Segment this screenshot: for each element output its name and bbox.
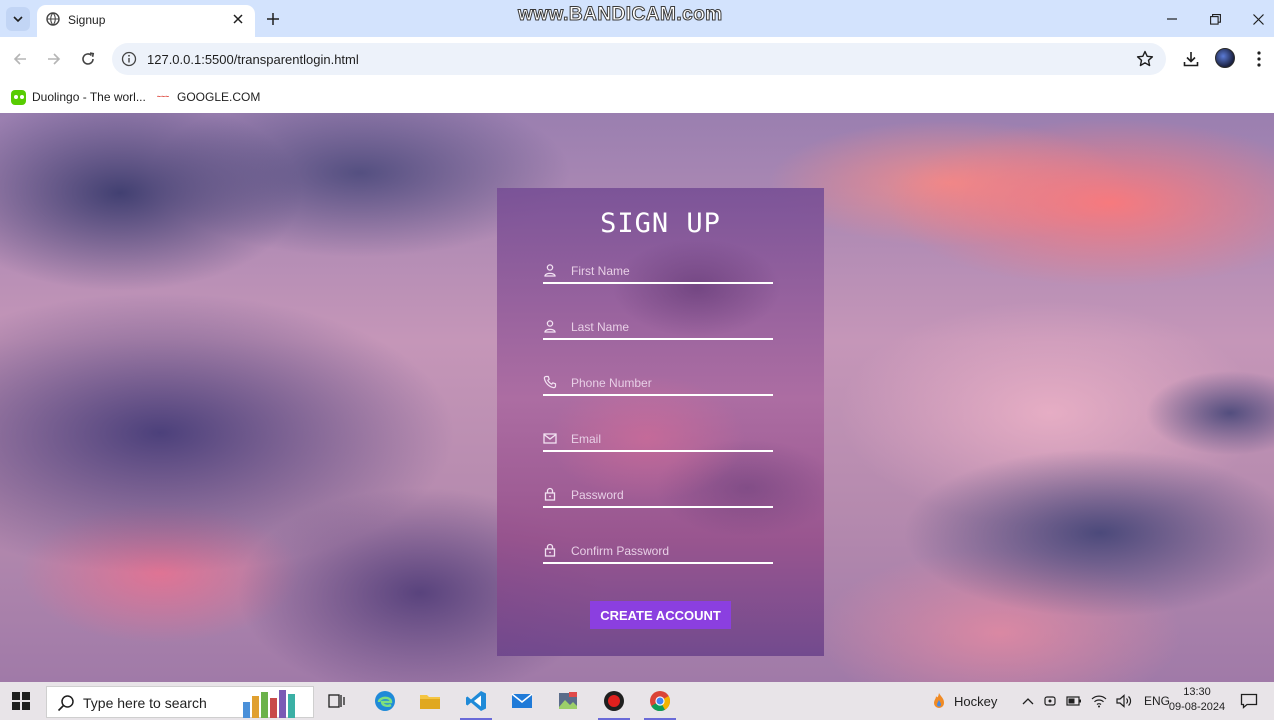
downloads-button[interactable] <box>1180 48 1202 70</box>
create-account-button[interactable]: CREATE ACCOUNT <box>590 601 731 629</box>
wifi-icon[interactable] <box>1091 694 1107 708</box>
reload-icon <box>82 52 95 65</box>
clock-date: 09-08-2024 <box>1168 701 1226 713</box>
duolingo-icon <box>11 89 26 105</box>
notification-icon <box>1240 693 1258 709</box>
task-view-button[interactable] <box>324 688 350 714</box>
back-button[interactable] <box>9 48 31 70</box>
close-window-button[interactable] <box>1245 8 1271 30</box>
record-icon <box>604 691 624 711</box>
bookmarks-bar: Duolingo - The worl... ~~~ GOOGLE.COM <box>0 81 1274 113</box>
bookmark-google[interactable]: ~~~ GOOGLE.COM <box>155 87 260 107</box>
browser-tab[interactable]: Signup <box>37 5 255 37</box>
taskbar-edge[interactable] <box>372 688 398 714</box>
reload-button[interactable] <box>77 48 99 70</box>
first-name-input[interactable] <box>571 262 771 280</box>
fire-icon <box>934 693 944 708</box>
arrow-left-icon <box>13 53 26 65</box>
chevron-up-icon[interactable] <box>1022 696 1034 706</box>
email-input[interactable] <box>571 430 771 448</box>
weather-widget[interactable]: Hockey <box>930 682 997 720</box>
browser-tab-bar: Signup www.BANDICAM.com <box>0 0 1274 37</box>
new-tab-button[interactable] <box>262 8 284 30</box>
taskbar-search-box[interactable]: Type here to search <box>46 686 314 718</box>
tab-search-button[interactable] <box>6 7 30 31</box>
taskbar-file-explorer[interactable] <box>417 688 443 714</box>
mail-icon <box>543 433 557 444</box>
last-name-field <box>543 316 773 340</box>
bookmark-star-icon[interactable] <box>1136 50 1154 68</box>
user-icon <box>544 320 556 333</box>
bookmark-label: GOOGLE.COM <box>177 90 261 104</box>
task-view-icon <box>328 694 345 708</box>
minimize-icon <box>1167 18 1177 20</box>
weather-label: Hockey <box>954 693 998 709</box>
phone-field <box>543 372 773 396</box>
taskbar-vscode[interactable] <box>460 688 492 720</box>
address-bar[interactable]: 127.0.0.1:5500/transparentlogin.html <box>112 43 1166 75</box>
taskbar-clock[interactable]: 13:30 09-08-2024 <box>1168 685 1226 715</box>
confirm-password-input[interactable] <box>571 542 771 560</box>
taskbar-chrome[interactable] <box>644 688 676 720</box>
search-highlight-books-icon <box>243 688 313 718</box>
site-info-icon[interactable] <box>121 51 137 67</box>
search-placeholder: Type here to search <box>83 695 207 711</box>
restore-button[interactable] <box>1202 8 1228 30</box>
plus-icon <box>267 13 279 25</box>
menu-button[interactable] <box>1248 48 1270 70</box>
taskbar-mail[interactable] <box>509 688 535 714</box>
profile-avatar[interactable] <box>1215 48 1235 68</box>
password-input[interactable] <box>571 486 771 504</box>
lock-icon <box>544 487 556 501</box>
minimize-button[interactable] <box>1159 8 1185 30</box>
battery-icon[interactable] <box>1066 695 1082 707</box>
vscode-icon <box>466 691 486 711</box>
arrow-right-icon <box>48 53 61 65</box>
clock-time: 13:30 <box>1183 686 1211 698</box>
signup-card: SIGN UP CREATE ACCOUNT <box>497 188 824 656</box>
chevron-down-icon <box>13 16 23 23</box>
mail-icon <box>511 693 533 708</box>
search-icon <box>57 695 74 712</box>
lock-icon <box>544 543 556 557</box>
tab-title: Signup <box>68 13 106 27</box>
browser-toolbar: 127.0.0.1:5500/transparentlogin.html <box>0 37 1274 81</box>
bookmark-duolingo[interactable]: Duolingo - The worl... <box>11 87 146 107</box>
email-field <box>543 428 773 452</box>
close-icon <box>233 14 243 24</box>
volume-icon[interactable] <box>1116 694 1132 708</box>
meet-now-icon[interactable] <box>1043 694 1057 708</box>
close-icon <box>1252 13 1264 25</box>
globe-icon <box>46 12 60 26</box>
photos-icon <box>559 692 577 709</box>
url-text[interactable]: 127.0.0.1:5500/transparentlogin.html <box>147 52 359 67</box>
taskbar-bandicam[interactable] <box>598 688 630 720</box>
chrome-icon <box>650 691 671 712</box>
taskbar-photos[interactable] <box>555 688 581 714</box>
download-icon <box>1183 52 1199 67</box>
last-name-input[interactable] <box>571 318 771 336</box>
windows-taskbar: Type here to search Hockey ENG 13:30 09-… <box>0 682 1274 720</box>
windows-start-button[interactable] <box>12 692 30 710</box>
phone-input[interactable] <box>571 374 771 392</box>
forward-button[interactable] <box>43 48 65 70</box>
folder-icon <box>420 695 440 709</box>
signup-title: SIGN UP <box>600 208 721 239</box>
google-favicon-icon: ~~~ <box>156 93 170 101</box>
first-name-field <box>543 260 773 284</box>
notifications-button[interactable] <box>1240 682 1258 720</box>
password-field <box>543 484 773 508</box>
confirm-password-field <box>543 540 773 564</box>
user-icon <box>544 264 556 277</box>
input-language[interactable]: ENG <box>1144 694 1170 708</box>
edge-icon <box>375 691 395 711</box>
system-tray: ENG <box>1022 682 1170 720</box>
page-viewport: SIGN UP CREATE ACCOUNT <box>0 113 1274 682</box>
bookmark-label: Duolingo - The worl... <box>32 90 146 104</box>
tab-close-button[interactable] <box>229 10 247 28</box>
restore-icon <box>1209 13 1221 25</box>
phone-icon <box>543 375 557 389</box>
recording-watermark: www.BANDICAM.com <box>518 4 723 26</box>
more-vertical-icon <box>1257 51 1261 67</box>
